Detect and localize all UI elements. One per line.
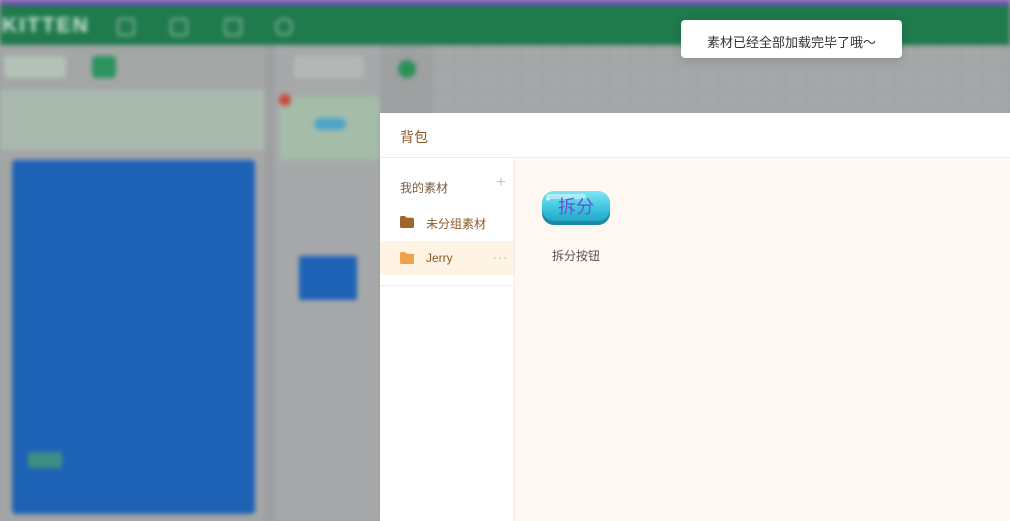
sprite-tool-button [294, 56, 364, 78]
ellipsis-icon[interactable]: ··· [493, 250, 508, 264]
sprite-thumb [299, 256, 357, 300]
toast-notification: 素材已经全部加载完毕了哦～ [681, 20, 902, 58]
stage-header-strip [0, 90, 265, 150]
folder-item-ungrouped[interactable]: 未分组素材 [380, 205, 514, 239]
stage-sprite [28, 452, 62, 468]
dialog-title: 背包 [400, 129, 428, 145]
close-badge-icon [279, 94, 291, 106]
dialog-header: 背包 [380, 113, 1010, 158]
sidebar-divider [380, 285, 514, 286]
folder-label: Jerry [426, 251, 453, 265]
stage-tool-button [4, 56, 66, 78]
menu-icon [117, 18, 135, 36]
toast-message: 素材已经全部加载完毕了哦～ [706, 35, 876, 50]
bell-icon [224, 18, 242, 36]
stage-action-button [92, 56, 116, 78]
grid-icon [170, 18, 188, 36]
folder-icon [400, 252, 414, 264]
my-assets-heading: 我的素材 [400, 181, 449, 195]
asset-thumbnail: 拆分 [542, 191, 610, 225]
help-icon [275, 18, 293, 36]
add-sprite-icon [398, 60, 416, 78]
folder-label: 未分组素材 [426, 217, 487, 231]
backpack-sidebar: 我的素材 + 未分组素材 Jerry ··· [380, 158, 515, 521]
app-logo: KITTEN [2, 14, 90, 37]
backpack-dialog: 背包 我的素材 + 未分组素材 Jerry ··· 拆分 拆分按钮 [380, 113, 1010, 521]
asset-label: 拆分按钮 [551, 249, 600, 263]
asset-thumbnail-text: 拆分 [558, 197, 594, 218]
asset-grid: 拆分 拆分按钮 [515, 158, 1010, 521]
sprite-card-thumb [314, 118, 346, 130]
plus-icon[interactable]: + [494, 175, 508, 191]
folder-icon [400, 216, 414, 228]
folder-item-jerry[interactable]: Jerry ··· [380, 241, 514, 275]
asset-item-split-button[interactable]: 拆分 拆分按钮 [539, 186, 613, 272]
